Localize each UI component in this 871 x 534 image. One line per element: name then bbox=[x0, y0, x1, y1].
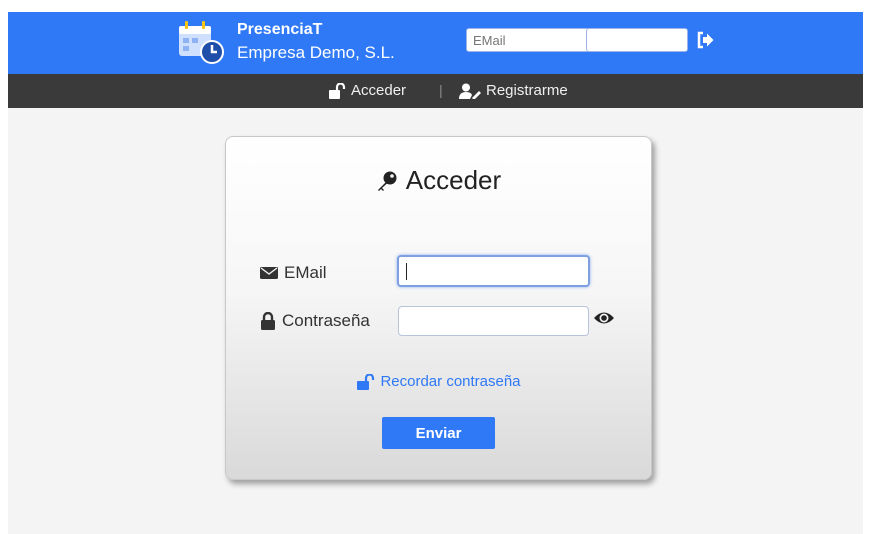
user-edit-icon bbox=[459, 83, 481, 99]
app-name: PresenciaT bbox=[237, 21, 323, 38]
login-title-text: Acceder bbox=[405, 165, 502, 195]
nav-acceder[interactable]: Acceder bbox=[328, 82, 406, 99]
calendar-clock-logo-icon bbox=[179, 21, 224, 64]
login-card: Acceder EMail Contraseña Recordar contra… bbox=[225, 136, 652, 480]
nav-registrarme-label: Registrarme bbox=[486, 82, 568, 99]
nav-bar: Acceder | Registrarme bbox=[8, 74, 863, 108]
header-email-input[interactable] bbox=[466, 28, 590, 52]
company-name: Empresa Demo, S.L. bbox=[237, 43, 395, 62]
unlock-icon bbox=[357, 373, 375, 390]
top-header: PresenciaT Empresa Demo, S.L. bbox=[8, 12, 863, 74]
nav-separator: | bbox=[439, 82, 443, 98]
login-title: Acceder bbox=[226, 165, 651, 196]
submit-button[interactable]: Enviar bbox=[382, 417, 495, 449]
email-input[interactable] bbox=[397, 255, 590, 287]
lock-icon bbox=[261, 312, 275, 330]
email-label: EMail bbox=[260, 263, 327, 283]
sign-in-icon[interactable] bbox=[696, 30, 716, 50]
envelope-icon bbox=[260, 267, 278, 279]
key-icon bbox=[377, 171, 397, 191]
remember-password-link[interactable]: Recordar contraseña bbox=[226, 373, 651, 390]
email-label-text: EMail bbox=[284, 263, 327, 282]
nav-acceder-label: Acceder bbox=[351, 82, 407, 99]
header-password-input[interactable] bbox=[586, 28, 688, 52]
password-label: Contraseña bbox=[260, 311, 370, 331]
remember-password-label: Recordar contraseña bbox=[380, 373, 521, 390]
password-input[interactable] bbox=[398, 306, 589, 336]
eye-icon[interactable] bbox=[593, 310, 615, 326]
nav-registrarme[interactable]: Registrarme bbox=[459, 82, 568, 99]
text-cursor bbox=[406, 263, 407, 280]
password-label-text: Contraseña bbox=[282, 311, 370, 330]
unlock-icon bbox=[329, 82, 346, 99]
